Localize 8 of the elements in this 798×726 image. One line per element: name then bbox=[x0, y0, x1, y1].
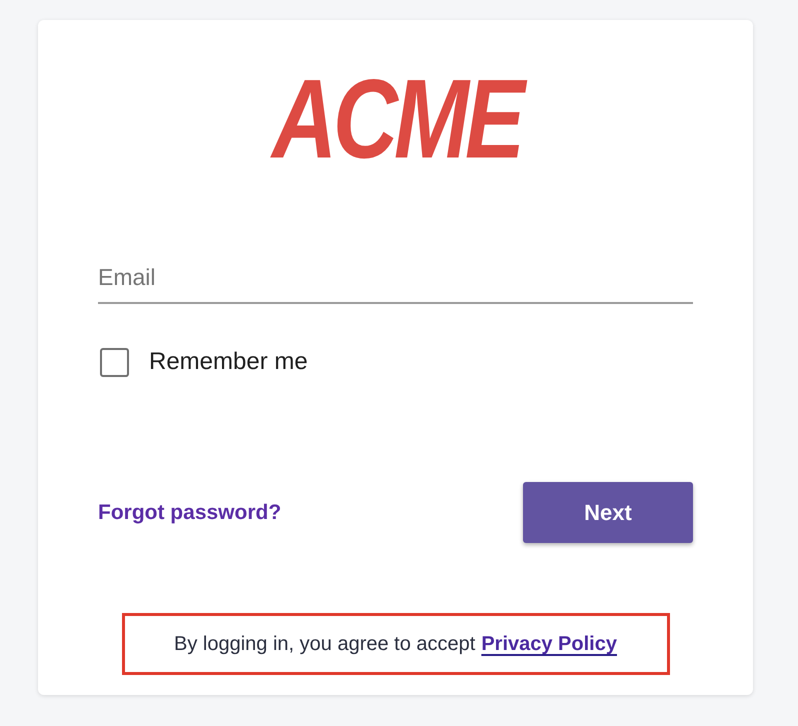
next-button[interactable]: Next bbox=[523, 482, 693, 543]
logo: ACME bbox=[268, 75, 535, 165]
remember-me-label[interactable]: Remember me bbox=[149, 344, 308, 380]
remember-me-checkbox[interactable] bbox=[100, 348, 129, 376]
email-field[interactable]: Email bbox=[98, 253, 693, 304]
forgot-password-link[interactable]: Forgot password? bbox=[98, 496, 282, 528]
consent-text: By logging in, you agree to accept Privacy Policy bbox=[174, 632, 617, 657]
privacy-policy-link[interactable]: Privacy Policy bbox=[481, 633, 617, 655]
